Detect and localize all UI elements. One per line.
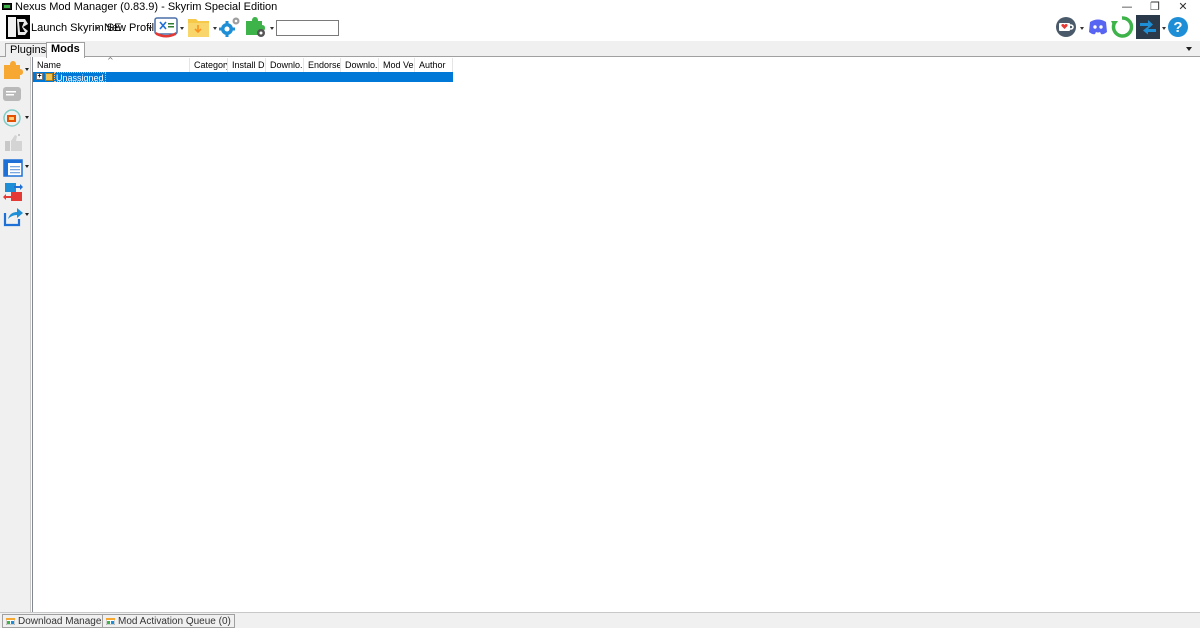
refresh-icon	[1111, 16, 1134, 38]
mod-list[interactable]: Name ^ Category Install D... Downlo... E…	[32, 56, 1200, 612]
column-header-download-date[interactable]: Downlo...	[341, 58, 379, 72]
loot-icon	[154, 17, 178, 38]
profile-sync-icon	[1136, 15, 1160, 39]
help-icon: ?	[1168, 17, 1188, 37]
endorse-button[interactable]	[2, 132, 24, 154]
support-dropdown-arrow[interactable]	[1080, 27, 1084, 30]
toggle-mods-icon	[3, 183, 23, 201]
tab-mods[interactable]: Mods	[46, 42, 85, 58]
open-folder-button[interactable]	[187, 15, 211, 39]
help-button[interactable]: ?	[1167, 16, 1189, 38]
window-title: Nexus Mod Manager (0.83.9) - Skyrim Spec…	[15, 1, 278, 13]
status-bar: Download Manager (0) Mod Activation Queu…	[0, 612, 1200, 628]
sort-indicator: ^	[107, 56, 114, 65]
search-input[interactable]	[276, 20, 339, 36]
app-icon	[2, 3, 12, 10]
export-button[interactable]	[2, 205, 24, 227]
launch-dropdown-arrow[interactable]	[95, 27, 99, 30]
add-mod-button[interactable]	[2, 59, 24, 81]
categories-dropdown-arrow[interactable]	[25, 165, 29, 168]
tab-plugins[interactable]: Plugins	[5, 43, 52, 57]
settings-gears-icon	[219, 17, 240, 37]
tab-row: Plugins Mods	[0, 41, 1200, 58]
loot-button[interactable]	[154, 16, 178, 38]
plugin-gear-icon	[246, 17, 265, 37]
notes-icon	[3, 87, 21, 101]
discord-button[interactable]	[1087, 16, 1109, 38]
mod-notes-button[interactable]	[2, 83, 24, 105]
category-row[interactable]: + Unassigned	[33, 72, 453, 83]
support-button[interactable]	[1054, 16, 1078, 38]
support-heart-icon	[1056, 17, 1076, 37]
export-icon	[3, 208, 23, 227]
categories-icon	[3, 159, 23, 177]
updates-dropdown-arrow[interactable]	[25, 116, 29, 119]
sync-dropdown-arrow[interactable]	[1162, 27, 1166, 30]
endorse-icon	[5, 134, 22, 151]
column-header-author[interactable]: Author	[415, 58, 453, 72]
profile-dropdown-arrow[interactable]	[148, 27, 152, 30]
settings-button[interactable]	[218, 16, 242, 38]
add-mod-icon	[4, 61, 23, 79]
close-button[interactable]: ✕	[1166, 0, 1200, 14]
toggle-mods-button[interactable]	[2, 181, 24, 203]
category-label: Unassigned	[54, 72, 106, 83]
check-updates-button[interactable]	[2, 107, 24, 129]
title-bar: Nexus Mod Manager (0.83.9) - Skyrim Spec…	[0, 0, 1200, 14]
discord-icon	[1089, 19, 1107, 35]
check-updates-icon	[3, 109, 21, 127]
chevron-down-icon[interactable]	[1186, 47, 1192, 51]
column-header-download-id[interactable]: Downlo...	[266, 58, 304, 72]
add-mod-dropdown-arrow[interactable]	[25, 68, 29, 71]
plugin-dropdown-arrow[interactable]	[270, 27, 274, 30]
column-header-category[interactable]: Category	[190, 58, 228, 72]
list-header: Name ^ Category Install D... Downlo... E…	[33, 56, 453, 72]
folder-icon	[45, 73, 53, 81]
nexus-logo-icon	[6, 15, 30, 39]
svg-text:?: ?	[1173, 19, 1182, 36]
folder-dropdown-arrow[interactable]	[213, 27, 217, 30]
main-toolbar: Launch Skyrim SE New Profile ?	[0, 14, 1200, 41]
mod-activation-queue-label: Mod Activation Queue (0)	[118, 616, 231, 627]
mods-sidebar	[0, 57, 31, 612]
expand-toggle[interactable]: +	[36, 73, 43, 80]
column-header-endorsement[interactable]: Endorse...	[304, 58, 341, 72]
window-icon	[106, 618, 115, 625]
column-header-install-date[interactable]: Install D...	[228, 58, 266, 72]
categories-button[interactable]	[2, 157, 24, 179]
refresh-button[interactable]	[1110, 15, 1134, 39]
column-header-mod-version[interactable]: Mod Ve...	[379, 58, 415, 72]
loot-dropdown-arrow[interactable]	[180, 27, 184, 30]
folder-download-icon	[188, 19, 209, 37]
plugin-settings-button[interactable]	[244, 15, 268, 39]
export-dropdown-arrow[interactable]	[25, 213, 29, 216]
window-icon	[6, 618, 15, 625]
profile-sync-button[interactable]	[1136, 15, 1160, 39]
launch-game-button[interactable]	[6, 15, 30, 39]
mod-activation-queue-tab[interactable]: Mod Activation Queue (0)	[102, 614, 235, 628]
